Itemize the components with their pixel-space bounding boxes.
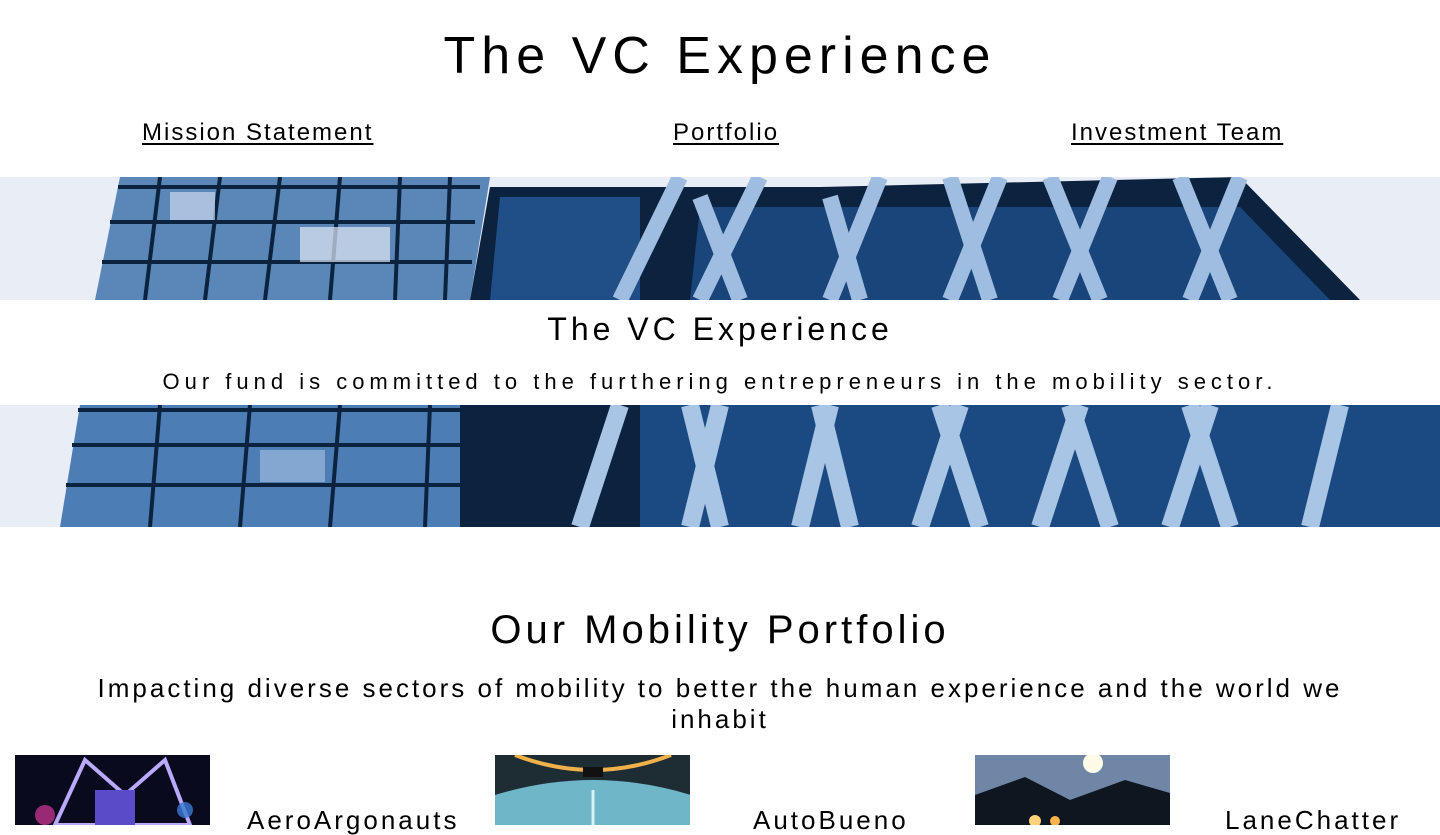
hero-subtitle: Our fund is committed to the furthering … xyxy=(162,369,1278,394)
lanechatter-thumbnail xyxy=(975,755,1170,825)
portfolio-title: Our Mobility Portfolio xyxy=(490,608,950,652)
nav-link-portfolio[interactable]: Portfolio xyxy=(673,118,779,148)
building-banner-top xyxy=(0,177,1440,300)
building-banner-bottom xyxy=(0,405,1440,527)
nav-link-investment-team[interactable]: Investment Team xyxy=(1071,118,1283,148)
portfolio-card-lanechatter[interactable]: LaneChatter xyxy=(975,755,1435,835)
site-title: The VC Experience xyxy=(443,27,997,85)
portfolio-card-autobueno[interactable]: AutoBueno xyxy=(495,755,955,835)
company-name: AeroArgonauts xyxy=(247,805,460,835)
company-name: AutoBueno xyxy=(753,805,909,835)
nav-link-mission-statement[interactable]: Mission Statement xyxy=(142,118,373,148)
autobueno-thumbnail xyxy=(495,755,690,825)
hero-title: The VC Experience xyxy=(547,311,893,347)
portfolio-subtitle: Impacting diverse sectors of mobility to… xyxy=(97,673,1343,734)
portfolio-card-aeroargonauts[interactable]: AeroArgonauts xyxy=(15,755,475,835)
company-name: LaneChatter xyxy=(1225,805,1402,835)
aeroargonauts-thumbnail xyxy=(15,755,210,825)
main-nav: Mission Statement Portfolio Investment T… xyxy=(0,118,1440,148)
